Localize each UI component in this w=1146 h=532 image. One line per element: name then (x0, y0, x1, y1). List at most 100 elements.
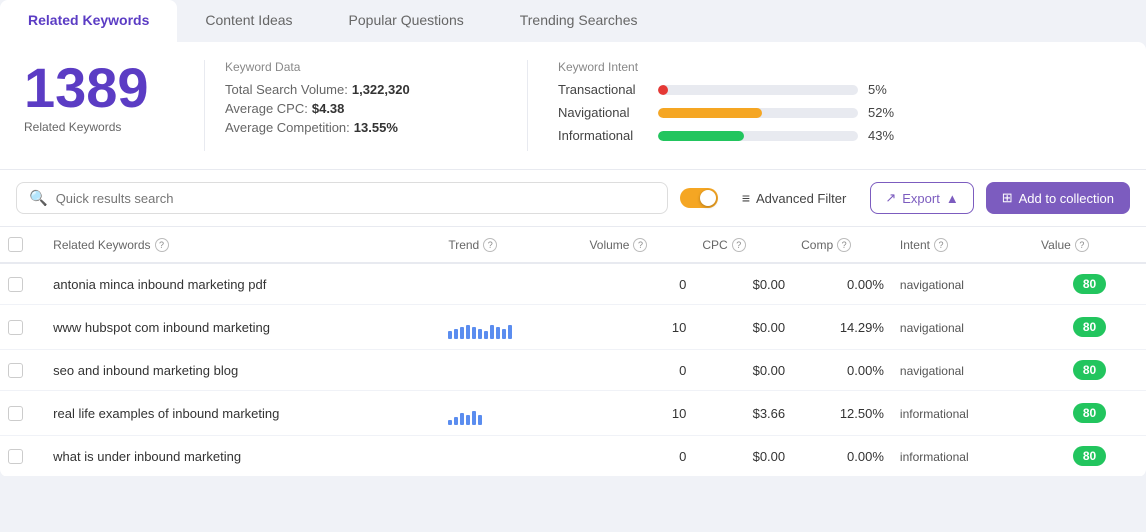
stats-row: 1389 Related Keywords Keyword Data Total… (0, 42, 1146, 170)
count-number: 1389 (24, 60, 194, 116)
trend-bar (454, 417, 458, 425)
help-icon-trend[interactable]: ? (483, 238, 497, 252)
intent-label: Navigational (558, 105, 648, 120)
trend-bar (472, 411, 476, 425)
volume-cell: 0 (581, 436, 694, 477)
trend-bar (448, 420, 452, 425)
intent-text: navigational (900, 278, 964, 292)
export-icon: ↗ (885, 190, 896, 206)
advanced-filter-button[interactable]: ≡ Advanced Filter (730, 184, 859, 212)
select-all-checkbox[interactable] (8, 237, 23, 252)
row-check-cell (0, 350, 45, 391)
intent-cell: informational (892, 391, 1033, 436)
related-count: 1389 Related Keywords (24, 60, 194, 151)
tab-trending-searches[interactable]: Trending Searches (492, 0, 666, 42)
intent-row-transactional: Transactional 5% (558, 82, 1122, 97)
value-badge: 80 (1073, 317, 1106, 337)
trend-bar (460, 413, 464, 425)
trend-bar (502, 329, 506, 339)
th-trend: Trend ? (440, 227, 581, 263)
intent-cell: navigational (892, 305, 1033, 350)
trend-cell (440, 391, 581, 436)
advanced-filter-label: Advanced Filter (756, 191, 846, 206)
value-cell: 80 (1033, 391, 1146, 436)
cpc-cell: $0.00 (694, 263, 793, 305)
add-collection-label: Add to collection (1019, 191, 1114, 206)
keyword-data-title: Keyword Data (225, 60, 507, 74)
row-checkbox[interactable] (8, 363, 23, 378)
trend-bar (490, 325, 494, 339)
count-label: Related Keywords (24, 120, 194, 134)
value-cell: 80 (1033, 350, 1146, 391)
total-search-volume-label: Total Search Volume: (225, 82, 348, 97)
trend-bar (460, 327, 464, 339)
help-icon-volume[interactable]: ? (633, 238, 647, 252)
tab-content-ideas[interactable]: Content Ideas (177, 0, 320, 42)
keyword-cell: seo and inbound marketing blog (45, 350, 440, 391)
intent-cell: navigational (892, 263, 1033, 305)
volume-cell: 0 (581, 263, 694, 305)
intent-label: Transactional (558, 82, 648, 97)
value-cell: 80 (1033, 263, 1146, 305)
table-row: real life examples of inbound marketing … (0, 391, 1146, 436)
intent-bar-bg (658, 108, 858, 118)
th-check (0, 227, 45, 263)
comp-cell: 12.50% (793, 391, 892, 436)
trend-bars (448, 401, 573, 425)
intent-cell: navigational (892, 350, 1033, 391)
trend-bar (472, 327, 476, 339)
search-box[interactable]: 🔍 (16, 182, 668, 214)
total-search-volume-row: Total Search Volume: 1,322,320 (225, 82, 507, 97)
trend-bar (508, 325, 512, 339)
table-container: Related Keywords ? Trend ? (0, 227, 1146, 477)
help-icon-intent[interactable]: ? (934, 238, 948, 252)
trend-bar (466, 415, 470, 425)
intent-bar (658, 131, 744, 141)
toggle-switch[interactable] (680, 188, 718, 208)
table-row: what is under inbound marketing 0 $0.00 … (0, 436, 1146, 477)
intent-bar-bg (658, 131, 858, 141)
help-icon-cpc[interactable]: ? (732, 238, 746, 252)
keyword-intent-section: Keyword Intent Transactional 5% Navigati… (527, 60, 1122, 151)
row-checkbox[interactable] (8, 406, 23, 421)
help-icon-keyword[interactable]: ? (155, 238, 169, 252)
help-icon-value[interactable]: ? (1075, 238, 1089, 252)
keyword-intent-title: Keyword Intent (558, 60, 1122, 74)
keyword-text: seo and inbound marketing blog (53, 363, 238, 378)
intent-pct: 52% (868, 105, 898, 120)
help-icon-comp[interactable]: ? (837, 238, 851, 252)
filter-icon: ≡ (742, 190, 750, 206)
value-cell: 80 (1033, 436, 1146, 477)
intent-cell: informational (892, 436, 1033, 477)
intent-label: Informational (558, 128, 648, 143)
row-checkbox[interactable] (8, 320, 23, 335)
export-button[interactable]: ↗ Export ▲ (870, 182, 973, 214)
th-cpc: CPC ? (694, 227, 793, 263)
th-value: Value ? (1033, 227, 1146, 263)
table-row: www hubspot com inbound marketing 10 $0.… (0, 305, 1146, 350)
trend-bar (466, 325, 470, 339)
intent-bar-bg (658, 85, 858, 95)
main-content: 1389 Related Keywords Keyword Data Total… (0, 42, 1146, 477)
tab-related-keywords[interactable]: Related Keywords (0, 0, 177, 42)
add-to-collection-button[interactable]: ⊞ Add to collection (986, 182, 1130, 214)
keyword-text: what is under inbound marketing (53, 449, 241, 464)
trend-bar (478, 415, 482, 425)
cpc-cell: $0.00 (694, 305, 793, 350)
keyword-cell: antonia minca inbound marketing pdf (45, 263, 440, 305)
keyword-data-section: Keyword Data Total Search Volume: 1,322,… (204, 60, 507, 151)
comp-cell: 0.00% (793, 350, 892, 391)
value-badge: 80 (1073, 274, 1106, 294)
search-input[interactable] (56, 191, 655, 206)
app-container: Related Keywords Content Ideas Popular Q… (0, 0, 1146, 477)
table-row: antonia minca inbound marketing pdf 0 $0… (0, 263, 1146, 305)
comp-cell: 0.00% (793, 263, 892, 305)
avg-cpc-value: $4.38 (312, 101, 345, 116)
tab-popular-questions[interactable]: Popular Questions (321, 0, 492, 42)
row-checkbox[interactable] (8, 449, 23, 464)
comp-cell: 0.00% (793, 436, 892, 477)
intent-row-informational: Informational 43% (558, 128, 1122, 143)
avg-comp-label: Average Competition: (225, 120, 350, 135)
table-body: antonia minca inbound marketing pdf 0 $0… (0, 263, 1146, 477)
row-checkbox[interactable] (8, 277, 23, 292)
